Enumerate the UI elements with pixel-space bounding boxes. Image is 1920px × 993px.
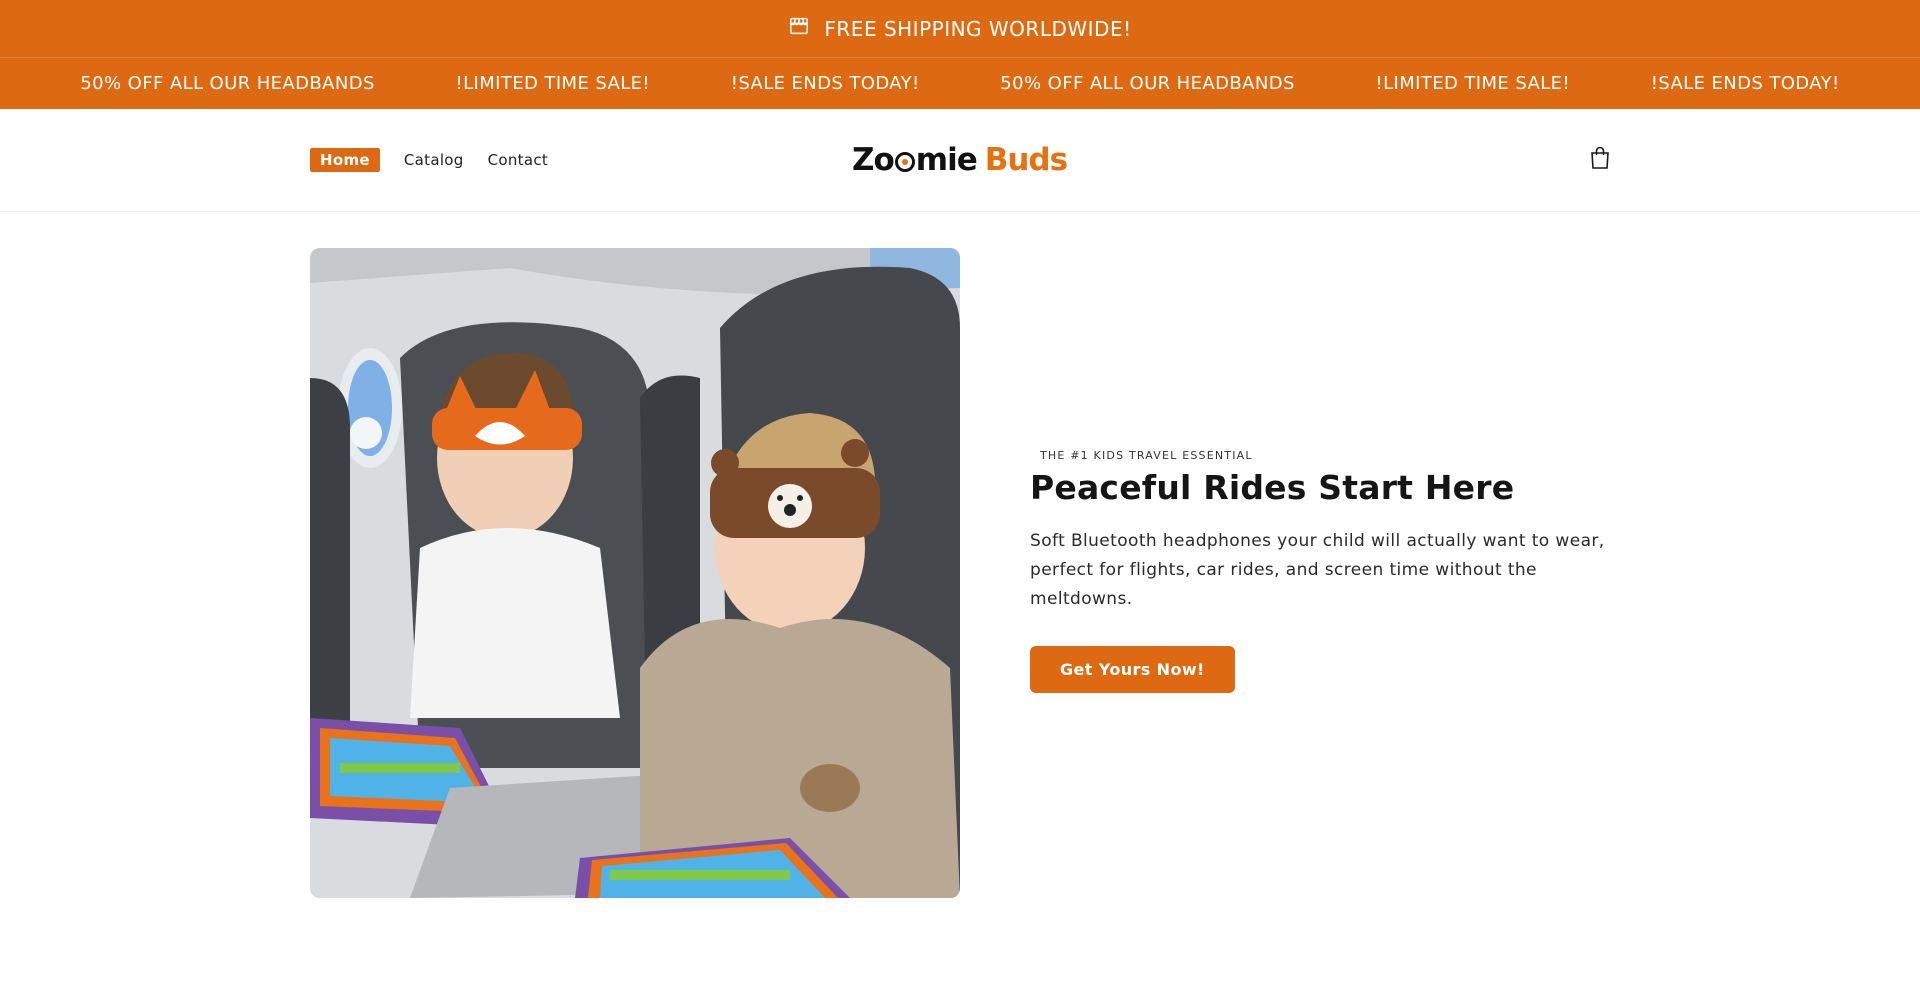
main-nav: Home Catalog Contact bbox=[310, 109, 548, 211]
logo-buds: Buds bbox=[984, 142, 1068, 178]
marquee-item: !SALE ENDS TODAY! bbox=[1650, 73, 1840, 94]
shopping-bag-icon bbox=[1589, 146, 1611, 174]
cart-button[interactable] bbox=[1589, 109, 1611, 211]
marquee-item: !SALE ENDS TODAY! bbox=[730, 73, 920, 94]
marquee-item: 50% OFF ALL OUR HEADBANDS bbox=[80, 73, 375, 94]
site-header: Home Catalog Contact Zo mie Buds bbox=[0, 109, 1920, 212]
hero-eyebrow: THE #1 KIDS TRAVEL ESSENTIAL bbox=[1040, 449, 1253, 462]
nav-home[interactable]: Home bbox=[310, 148, 380, 172]
hero-headline: Peaceful Rides Start Here bbox=[1030, 468, 1515, 507]
hero-section: THE #1 KIDS TRAVEL ESSENTIAL Peaceful Ri… bbox=[0, 212, 1920, 993]
logo-zoomie: Zo mie bbox=[852, 142, 978, 178]
announcement-bar: FREE SHIPPING WORLDWIDE! bbox=[0, 0, 1920, 58]
marquee-item: !LIMITED TIME SALE! bbox=[1375, 73, 1571, 94]
nav-contact[interactable]: Contact bbox=[488, 151, 548, 169]
store-icon bbox=[788, 15, 810, 42]
hero-text: THE #1 KIDS TRAVEL ESSENTIAL Peaceful Ri… bbox=[1030, 449, 1620, 693]
hero-body: Soft Bluetooth headphones your child wil… bbox=[1030, 531, 1605, 609]
hero-image bbox=[310, 248, 960, 898]
site-logo[interactable]: Zo mie Buds bbox=[852, 109, 1068, 211]
nav-catalog[interactable]: Catalog bbox=[404, 151, 464, 169]
announcement-text: FREE SHIPPING WORLDWIDE! bbox=[824, 16, 1132, 41]
paw-icon bbox=[894, 152, 915, 172]
logo-text-b: mie bbox=[915, 142, 978, 178]
marquee-item: !LIMITED TIME SALE! bbox=[455, 73, 651, 94]
get-yours-now-button[interactable]: Get Yours Now! bbox=[1030, 646, 1235, 693]
marquee-item: 50% OFF ALL OUR HEADBANDS bbox=[1000, 73, 1295, 94]
sale-marquee: 50% OFF ALL OUR HEADBANDS !LIMITED TIME … bbox=[0, 58, 1920, 109]
logo-text-a: Zo bbox=[852, 142, 895, 178]
